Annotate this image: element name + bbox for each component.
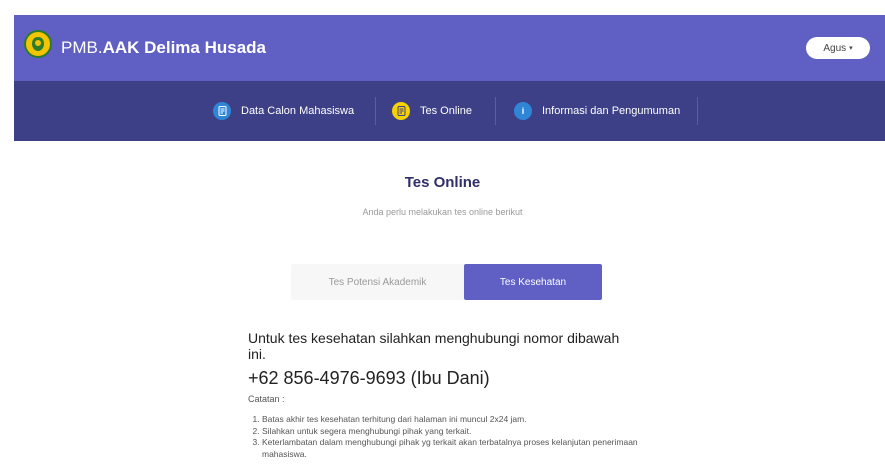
nav-divider [697, 97, 698, 125]
form-icon [213, 102, 231, 120]
page-subtitle: Anda perlu melakukan tes online berikut [362, 207, 523, 217]
nav-item-data-calon-mahasiswa[interactable]: Data Calon Mahasiswa [213, 100, 354, 122]
exam-icon [392, 102, 410, 120]
brand-name: AAK Delima Husada [102, 38, 266, 57]
user-name: Agus [823, 42, 847, 54]
list-item: Keterlambatan dalam menghubungi pihak yg… [262, 437, 668, 460]
nav-item-informasi-dan-pengumuman[interactable]: i Informasi dan Pengumuman [514, 100, 680, 122]
nav-label: Informasi dan Pengumuman [542, 105, 681, 117]
chevron-down-icon: ▾ [849, 45, 853, 52]
user-menu-button[interactable]: Agus ▾ [806, 37, 870, 59]
contact-phone: +62 856-4976-9693 (Ibu Dani) [248, 368, 490, 388]
institution-logo-icon[interactable] [24, 30, 52, 58]
list-item: Batas akhir tes kesehatan terhitung dari… [262, 414, 668, 426]
nav-item-tes-online[interactable]: Tes Online [392, 100, 472, 122]
tab-tes-potensi-akademik[interactable]: Tes Potensi Akademik [291, 264, 464, 300]
nav-label: Tes Online [420, 105, 472, 117]
main-navigation: Data Calon Mahasiswa Tes Online i Inform… [14, 81, 885, 141]
nav-label: Data Calon Mahasiswa [241, 105, 355, 117]
brand-title[interactable]: PMB.AAK Delima Husada [61, 38, 266, 58]
top-header-bar: PMB.AAK Delima Husada Agus ▾ [14, 15, 885, 81]
notes-label: Catatan : [248, 394, 285, 404]
brand-prefix: PMB. [61, 38, 103, 57]
notes-list: Batas akhir tes kesehatan terhitung dari… [248, 414, 668, 460]
test-tabs: Tes Potensi Akademik Tes Kesehatan [291, 264, 602, 300]
nav-divider [375, 97, 376, 125]
list-item: Silahkan untuk segera menghubungi pihak … [262, 426, 668, 438]
info-icon: i [514, 102, 532, 120]
health-test-panel: Untuk tes kesehatan silahkan menghubungi… [248, 330, 668, 460]
instruction-heading: Untuk tes kesehatan silahkan menghubungi… [248, 330, 620, 362]
page-title: Tes Online [404, 174, 481, 191]
tab-tes-kesehatan[interactable]: Tes Kesehatan [464, 264, 602, 300]
nav-divider [495, 97, 496, 125]
